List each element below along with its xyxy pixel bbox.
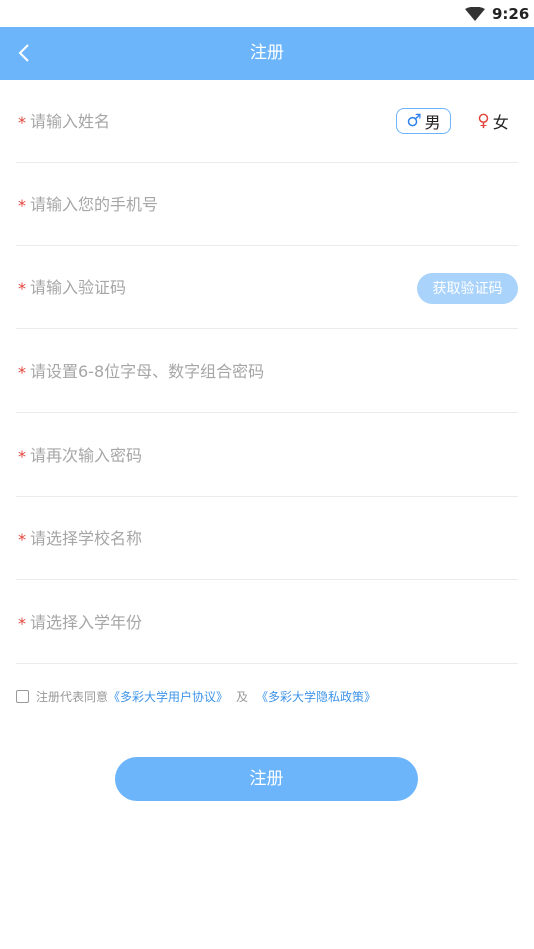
agreement-and: 及 bbox=[236, 689, 249, 704]
gender-female-label: 女 bbox=[492, 113, 509, 132]
agreement-prefix: 注册代表同意 bbox=[36, 689, 109, 704]
wifi-icon bbox=[465, 7, 485, 21]
password-input[interactable] bbox=[30, 356, 500, 386]
name-row: * ♂ 男 ♀ 女 bbox=[16, 80, 518, 163]
gender-male-label: 男 bbox=[424, 113, 441, 132]
privacy-policy-link[interactable]: 《多彩大学隐私政策》 bbox=[256, 688, 376, 705]
register-button[interactable]: 注册 bbox=[115, 757, 418, 801]
school-select[interactable] bbox=[30, 523, 400, 553]
agreement-line: 注册代表同意 《多彩大学用户协议》 及 《多彩大学隐私政策》 bbox=[16, 688, 376, 704]
year-select[interactable] bbox=[30, 607, 400, 637]
required-mark: * bbox=[18, 363, 26, 382]
back-arrow-icon[interactable] bbox=[14, 41, 36, 65]
year-row: * bbox=[16, 581, 518, 664]
code-row: * 获取验证码 bbox=[16, 246, 518, 329]
required-mark: * bbox=[18, 447, 26, 466]
required-mark: * bbox=[18, 196, 26, 215]
gender-female-option[interactable]: ♀ 女 bbox=[468, 108, 518, 134]
agreement-checkbox[interactable] bbox=[16, 689, 29, 703]
female-icon: ♀ bbox=[477, 111, 490, 131]
status-bar: 9:26 bbox=[0, 0, 534, 27]
male-icon: ♂ bbox=[406, 111, 422, 131]
required-mark: * bbox=[18, 530, 26, 549]
phone-input[interactable] bbox=[30, 189, 400, 219]
app-bar: 注册 bbox=[0, 27, 534, 80]
code-input[interactable] bbox=[30, 272, 390, 302]
required-mark: * bbox=[18, 614, 26, 633]
confirm-password-input[interactable] bbox=[30, 440, 400, 470]
user-agreement-link[interactable]: 《多彩大学用户协议》 bbox=[108, 688, 228, 705]
page-title: 注册 bbox=[250, 43, 284, 63]
required-mark: * bbox=[18, 113, 26, 132]
confirm-password-row: * bbox=[16, 414, 518, 497]
phone-row: * bbox=[16, 163, 518, 246]
required-mark: * bbox=[18, 279, 26, 298]
password-row: * bbox=[16, 330, 518, 413]
gender-male-option[interactable]: ♂ 男 bbox=[396, 108, 451, 134]
get-code-button[interactable]: 获取验证码 bbox=[417, 273, 518, 304]
school-row: * bbox=[16, 497, 518, 580]
status-time: 9:26 bbox=[492, 5, 530, 23]
name-input[interactable] bbox=[30, 106, 380, 136]
